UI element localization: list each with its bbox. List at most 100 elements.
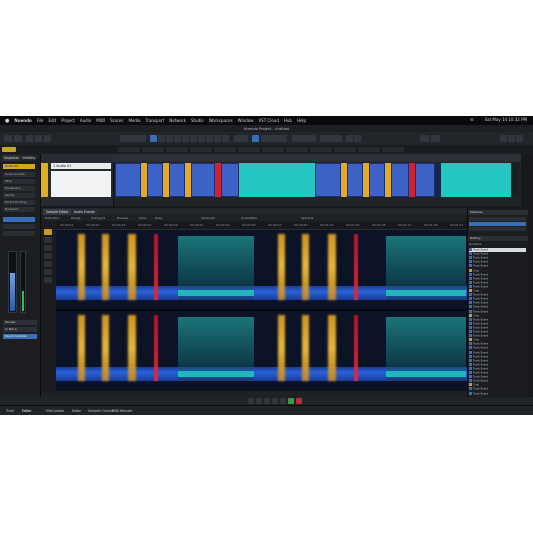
editor-toolbar-transport[interactable]: Transport <box>91 216 105 220</box>
mute-tool[interactable] <box>198 135 205 142</box>
info-cell-selected[interactable] <box>2 147 16 152</box>
nudge-right-button[interactable] <box>354 135 361 142</box>
info-cell-offset[interactable] <box>190 147 212 152</box>
menu-app[interactable]: Nuendo <box>14 118 31 123</box>
scrub-tool-icon[interactable] <box>44 269 52 275</box>
snap-toggle[interactable] <box>252 135 259 142</box>
tab-editor[interactable]: Editor <box>22 408 31 414</box>
right-zone-modules-header[interactable]: Modules <box>468 210 528 215</box>
audio-event[interactable] <box>441 163 511 197</box>
tab-sampler-control[interactable]: Sampler Control <box>88 408 114 414</box>
history-header[interactable]: History <box>468 236 528 241</box>
audio-event[interactable] <box>169 163 185 197</box>
zoom-tool-icon[interactable] <box>44 245 52 251</box>
inspector-section-inserts[interactable]: Audio Inserts <box>3 172 35 177</box>
right-zone-toggle[interactable] <box>44 135 51 142</box>
info-cell-length[interactable] <box>166 147 188 152</box>
nudge-left-button[interactable] <box>346 135 353 142</box>
editor-toolbar-drag[interactable]: Drag <box>155 216 162 220</box>
workspace-button[interactable] <box>431 135 440 142</box>
cycle-button[interactable] <box>272 398 278 404</box>
editor-ruler[interactable]: 00:00:41 00:00:43 00:00:45 00:00:47 00:0… <box>56 221 509 230</box>
tab-track[interactable]: Track <box>6 408 14 414</box>
info-cell-mute[interactable] <box>358 147 380 152</box>
menu-file[interactable]: File <box>37 118 44 123</box>
audio-event[interactable] <box>115 163 141 197</box>
grid-type-select[interactable] <box>261 135 287 142</box>
audio-event[interactable] <box>191 163 215 197</box>
menu-edit[interactable]: Edit <box>48 118 56 123</box>
musical-mode-select[interactable] <box>320 135 342 142</box>
erase-tool[interactable] <box>182 135 189 142</box>
menu-window[interactable]: Window <box>238 118 254 123</box>
info-cell-start[interactable] <box>118 147 140 152</box>
audio-event[interactable] <box>221 163 239 197</box>
menu-hub[interactable]: Hub <box>284 118 292 123</box>
layout-button-2[interactable] <box>508 135 515 142</box>
tab-editor-2[interactable]: Editor <box>72 408 81 414</box>
history-root[interactable]: Functions <box>469 243 526 247</box>
editor-toolbar-variaudio[interactable]: VariAudio <box>201 216 215 220</box>
menu-midi[interactable]: MIDI <box>96 118 105 123</box>
quantize-preset-select[interactable] <box>292 135 316 142</box>
editor-toolbar-slice[interactable]: Slice <box>139 216 146 220</box>
zoom-tool[interactable] <box>190 135 197 142</box>
track-name[interactable]: 1 Audio 01 <box>51 163 111 169</box>
audio-event[interactable] <box>147 163 163 197</box>
module-row[interactable] <box>469 222 526 226</box>
record-button[interactable] <box>296 398 302 404</box>
editor-toolbar-definition[interactable]: Definition <box>45 216 60 220</box>
info-cell-end[interactable] <box>142 147 164 152</box>
hand-tool-icon[interactable] <box>44 277 52 283</box>
editor-toolbar-spectral[interactable]: Spectral <box>301 216 313 220</box>
automation-mode-select[interactable] <box>120 135 146 142</box>
audio-event[interactable] <box>315 163 341 197</box>
menu-vst-cloud[interactable]: VST Cloud <box>258 118 278 123</box>
inspector-track-name[interactable]: Audio 01 <box>3 164 35 169</box>
play-tool-icon[interactable] <box>44 261 52 267</box>
audio-event[interactable] <box>239 163 315 197</box>
editor-toolbar-range[interactable]: Range <box>71 216 81 220</box>
info-cell-fade-in[interactable] <box>238 147 260 152</box>
lower-zone-toggle[interactable] <box>35 135 42 142</box>
history-item[interactable]: Track Event <box>469 391 526 396</box>
project-ruler[interactable] <box>113 154 521 162</box>
menu-network[interactable]: Network <box>169 118 186 123</box>
menu-scores[interactable]: Scores <box>110 118 123 123</box>
in-place-button[interactable]: In Place <box>3 327 37 332</box>
quick-controls-button[interactable]: Quick Controls <box>3 334 37 339</box>
wifi-icon[interactable]: ☰ <box>470 117 474 122</box>
inspector-output-slot[interactable] <box>3 231 35 236</box>
range-tool[interactable] <box>158 135 165 142</box>
menu-studio[interactable]: Studio <box>191 118 204 123</box>
media-bay-button[interactable] <box>420 135 429 142</box>
inspector-section-strip[interactable]: Strip <box>3 179 35 184</box>
editor-toolbar-audiowarp[interactable]: AudioWarp <box>241 216 257 220</box>
forward-button[interactable] <box>264 398 270 404</box>
draw-tool[interactable] <box>214 135 221 142</box>
play-tool[interactable] <box>222 135 229 142</box>
audio-event[interactable] <box>347 163 363 197</box>
module-row[interactable] <box>469 227 526 231</box>
pencil-tool-icon[interactable] <box>44 253 52 259</box>
apple-icon[interactable]: ● <box>5 118 9 124</box>
info-cell-finetune[interactable] <box>334 147 356 152</box>
glue-tool[interactable] <box>174 135 181 142</box>
info-cell-snap[interactable] <box>214 147 236 152</box>
range-tool-icon[interactable] <box>44 237 52 243</box>
menu-media[interactable]: Media <box>128 118 140 123</box>
inspector-section-direct-routing[interactable]: Direct Routing <box>3 200 35 205</box>
tab-visibility[interactable]: Visibility <box>20 155 38 161</box>
menu-project[interactable]: Project <box>61 118 75 123</box>
stop-button[interactable] <box>280 398 286 404</box>
track-header[interactable]: 1 Audio 01 <box>41 154 114 206</box>
tab-inspector[interactable]: Inspector <box>2 155 21 161</box>
tab-mixconsole[interactable]: MixConsole <box>46 408 64 414</box>
audio-event[interactable] <box>369 163 385 197</box>
render-button[interactable]: Render <box>3 320 37 325</box>
module-row[interactable] <box>469 217 526 221</box>
layout-button-3[interactable] <box>516 135 523 142</box>
activate-project-button[interactable] <box>4 135 12 142</box>
menu-transport[interactable]: Transport <box>145 118 164 123</box>
spectrogram-display[interactable] <box>56 230 509 391</box>
